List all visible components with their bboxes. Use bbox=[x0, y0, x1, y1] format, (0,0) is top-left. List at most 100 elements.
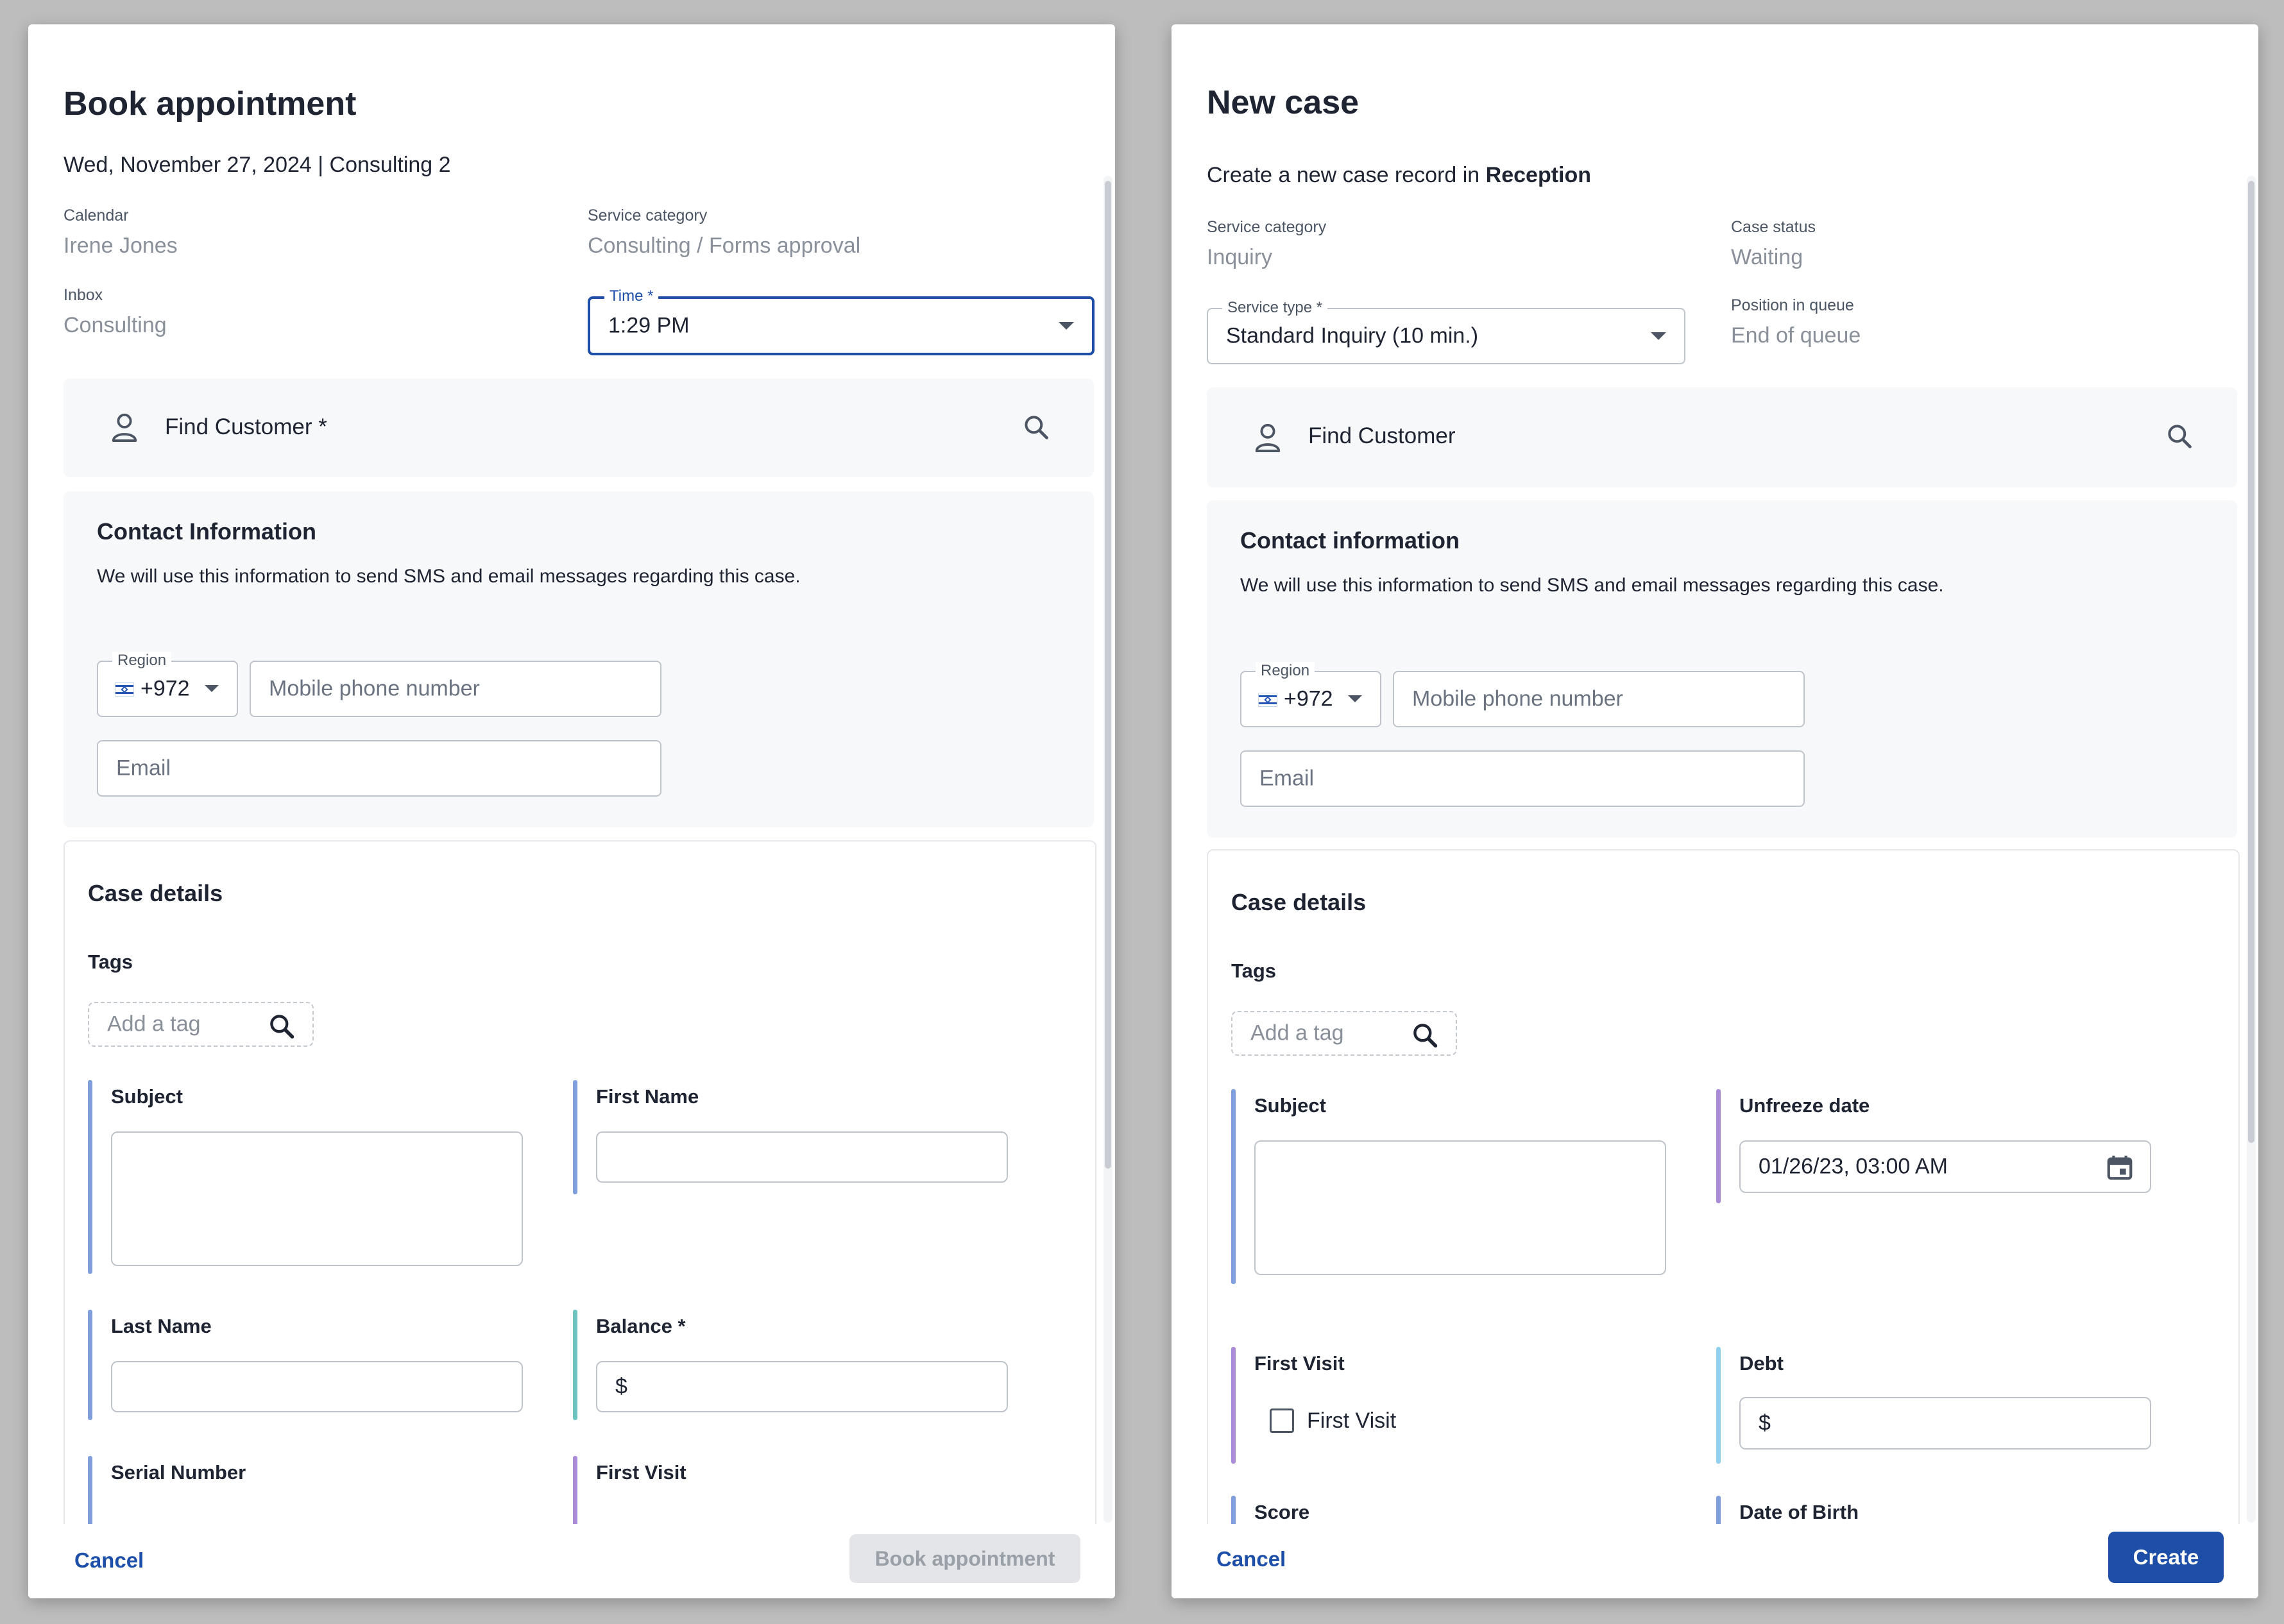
email-placeholder: Email bbox=[116, 756, 171, 781]
first-visit-checkbox[interactable] bbox=[1270, 1408, 1294, 1433]
field-accent-bar bbox=[88, 1310, 92, 1420]
dialog-footer: Cancel Book appointment bbox=[28, 1524, 1115, 1598]
time-label: Time * bbox=[604, 287, 659, 305]
time-select[interactable]: Time * 1:29 PM bbox=[588, 287, 1095, 355]
serial-number-label: Serial Number bbox=[111, 1461, 246, 1484]
field-accent-bar bbox=[1231, 1089, 1236, 1284]
case-details-title: Case details bbox=[1231, 889, 1367, 915]
tags-label: Tags bbox=[88, 951, 133, 973]
dialog-title: Book appointment bbox=[64, 85, 357, 123]
service-category-label: Service category bbox=[588, 207, 708, 224]
israel-flag-icon bbox=[1258, 693, 1277, 707]
contact-description: We will use this information to send SMS… bbox=[97, 566, 801, 587]
contact-title: Contact information bbox=[1240, 527, 1460, 554]
dialog-title: New case bbox=[1207, 84, 1359, 121]
service-category-label: Service category bbox=[1207, 218, 1327, 236]
case-details-title: Case details bbox=[88, 880, 223, 906]
mobile-phone-input[interactable]: Mobile phone number bbox=[1393, 671, 1805, 727]
scrollbar[interactable] bbox=[1104, 176, 1112, 1523]
region-select[interactable]: Region +972 bbox=[97, 652, 238, 717]
service-category-value: Inquiry bbox=[1207, 245, 1273, 269]
dialog-subtitle: Wed, November 27, 2024 | Consulting 2 bbox=[64, 153, 451, 177]
email-input[interactable]: Email bbox=[1240, 750, 1805, 807]
scrollbar-thumb[interactable] bbox=[1105, 181, 1111, 1169]
add-tag-input[interactable]: Add a tag bbox=[1231, 1011, 1457, 1056]
subject-textarea[interactable] bbox=[1254, 1140, 1666, 1275]
chevron-down-icon bbox=[1348, 695, 1362, 702]
email-input[interactable]: Email bbox=[97, 740, 661, 797]
cancel-button[interactable]: Cancel bbox=[74, 1548, 144, 1573]
last-name-label: Last Name bbox=[111, 1315, 212, 1337]
search-icon[interactable] bbox=[1022, 413, 1050, 441]
calendar-value: Irene Jones bbox=[64, 233, 178, 258]
find-customer-label: Find Customer bbox=[1308, 423, 1456, 448]
book-appointment-dialog: Book appointment Wed, November 27, 2024 … bbox=[28, 24, 1115, 1598]
search-icon[interactable] bbox=[2165, 422, 2194, 450]
field-accent-bar bbox=[88, 1080, 92, 1274]
unfreeze-date-value: 01/26/23, 03:00 AM bbox=[1759, 1154, 1948, 1179]
service-type-value: Standard Inquiry (10 min.) bbox=[1226, 323, 1479, 348]
field-accent-bar bbox=[573, 1456, 577, 1533]
find-customer-field[interactable]: Find Customer * bbox=[64, 378, 1094, 477]
region-code: +972 bbox=[141, 676, 190, 701]
search-icon[interactable] bbox=[268, 1012, 296, 1040]
field-accent-bar bbox=[1716, 1347, 1721, 1464]
add-tag-input[interactable]: Add a tag bbox=[88, 1002, 314, 1047]
inbox-value: Consulting bbox=[64, 313, 167, 337]
case-details-section: Case details Tags Add a tag Subject Firs… bbox=[64, 840, 1096, 1598]
debt-input[interactable]: $ bbox=[1739, 1397, 2151, 1450]
case-status-value: Waiting bbox=[1731, 245, 1803, 269]
calendar-icon[interactable] bbox=[2105, 1152, 2135, 1183]
scrollbar[interactable] bbox=[2247, 176, 2256, 1523]
find-customer-field[interactable]: Find Customer bbox=[1207, 387, 2237, 487]
subject-textarea[interactable] bbox=[111, 1131, 523, 1266]
scrollbar-thumb[interactable] bbox=[2248, 181, 2254, 1143]
create-button[interactable]: Create bbox=[2108, 1532, 2224, 1583]
field-accent-bar bbox=[1716, 1089, 1721, 1203]
time-value: 1:29 PM bbox=[608, 313, 690, 338]
tag-placeholder: Add a tag bbox=[1250, 1020, 1344, 1045]
first-name-label: First Name bbox=[596, 1085, 699, 1108]
currency-prefix: $ bbox=[615, 1374, 627, 1399]
last-name-input[interactable] bbox=[111, 1361, 523, 1412]
person-icon bbox=[1255, 423, 1281, 452]
dialog-footer: Cancel Create bbox=[1172, 1524, 2258, 1598]
cancel-button[interactable]: Cancel bbox=[1216, 1547, 1286, 1571]
region-label: Region bbox=[1256, 662, 1315, 680]
field-accent-bar bbox=[1231, 1347, 1236, 1464]
person-icon bbox=[112, 413, 137, 442]
score-label: Score bbox=[1254, 1501, 1310, 1523]
field-accent-bar bbox=[573, 1080, 577, 1194]
search-icon[interactable] bbox=[1411, 1021, 1439, 1049]
chevron-down-icon bbox=[1059, 322, 1074, 330]
field-accent-bar bbox=[573, 1310, 577, 1420]
tag-placeholder: Add a tag bbox=[107, 1011, 201, 1036]
chevron-down-icon bbox=[1651, 332, 1666, 340]
phone-placeholder: Mobile phone number bbox=[269, 676, 480, 701]
tags-label: Tags bbox=[1231, 960, 1277, 982]
position-in-queue-value: End of queue bbox=[1731, 323, 1861, 348]
subject-label: Subject bbox=[1254, 1094, 1326, 1117]
balance-input[interactable]: $ bbox=[596, 1361, 1008, 1412]
phone-placeholder: Mobile phone number bbox=[1412, 686, 1623, 711]
email-placeholder: Email bbox=[1259, 766, 1315, 791]
unfreeze-date-input[interactable]: 01/26/23, 03:00 AM bbox=[1739, 1140, 2151, 1193]
region-select[interactable]: Region +972 bbox=[1240, 662, 1381, 727]
first-visit-label: First Visit bbox=[1254, 1352, 1345, 1374]
inbox-label: Inbox bbox=[64, 286, 103, 304]
subject-label: Subject bbox=[111, 1085, 183, 1108]
first-visit-checkbox-label: First Visit bbox=[1307, 1408, 1397, 1433]
first-visit-label: First Visit bbox=[596, 1461, 686, 1484]
first-name-input[interactable] bbox=[596, 1131, 1008, 1183]
case-details-section: Case details Tags Add a tag Subject Unfr… bbox=[1207, 849, 2240, 1598]
service-category-value: Consulting / Forms approval bbox=[588, 233, 861, 258]
balance-label: Balance * bbox=[596, 1315, 686, 1337]
contact-description: We will use this information to send SMS… bbox=[1240, 575, 1944, 596]
unfreeze-date-label: Unfreeze date bbox=[1739, 1094, 1870, 1117]
new-case-dialog: New case Create a new case record in Rec… bbox=[1172, 24, 2258, 1598]
service-type-select[interactable]: Service type * Standard Inquiry (10 min.… bbox=[1207, 299, 1685, 364]
book-appointment-button[interactable]: Book appointment bbox=[849, 1534, 1080, 1583]
subtitle-text: Create a new case record in bbox=[1207, 163, 1486, 187]
mobile-phone-input[interactable]: Mobile phone number bbox=[250, 661, 661, 717]
region-label: Region bbox=[112, 652, 172, 670]
